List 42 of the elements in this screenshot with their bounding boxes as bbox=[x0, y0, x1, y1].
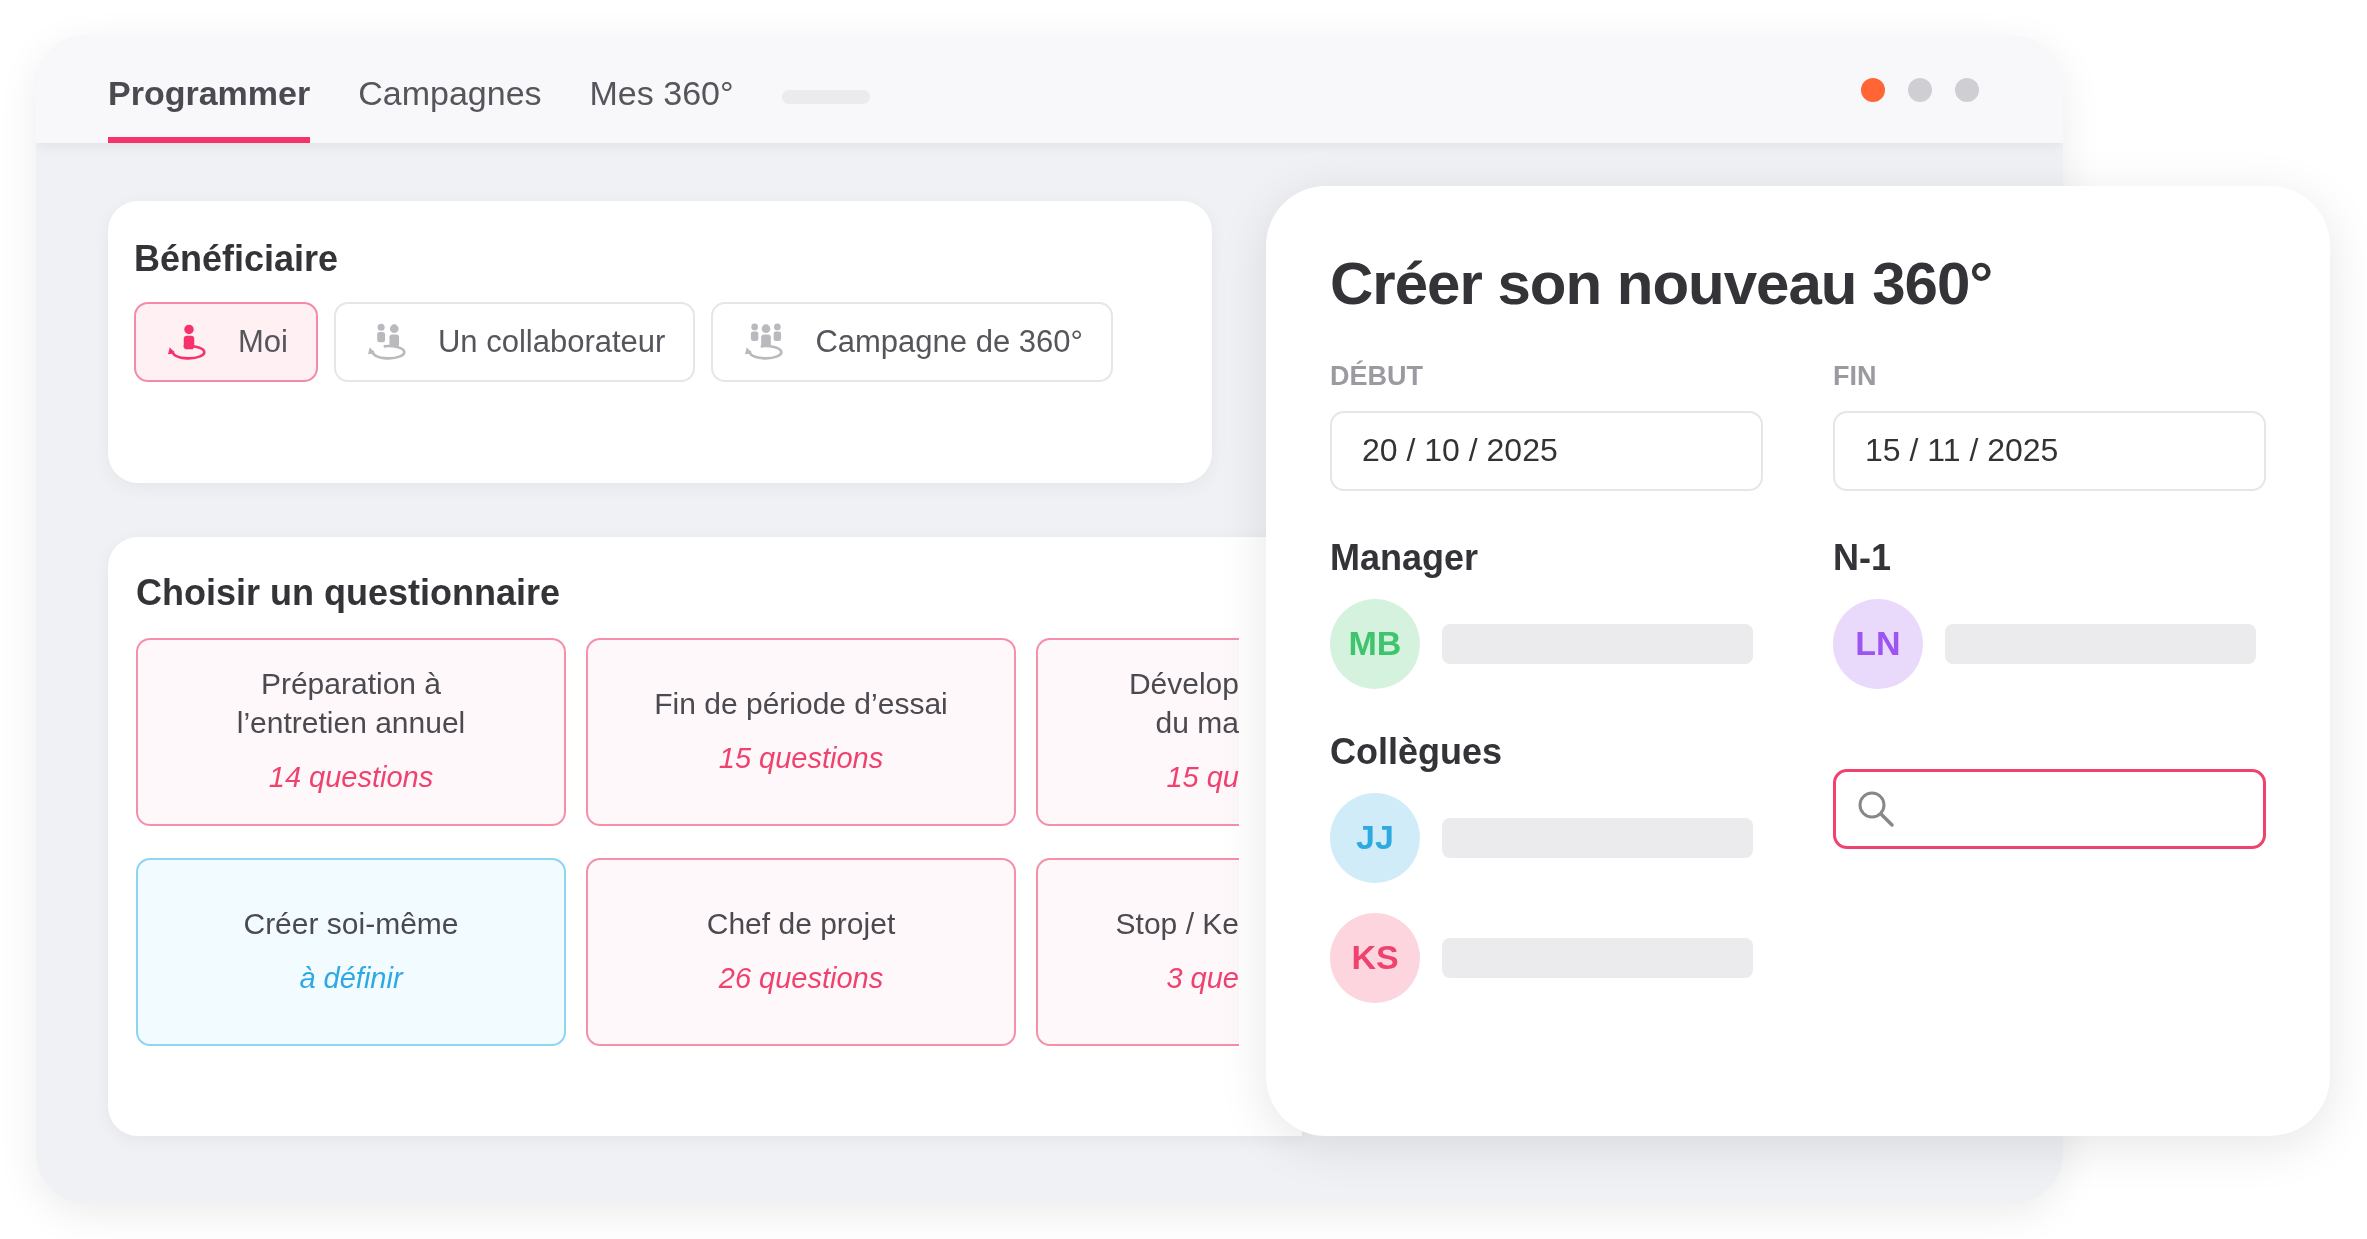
section-title: Manager bbox=[1330, 535, 1480, 580]
section-title: Bénéficiaire bbox=[134, 237, 340, 281]
question-count: 3 que bbox=[1166, 960, 1239, 996]
window-dot[interactable] bbox=[1861, 78, 1885, 102]
card-title: Préparation à l’entretien annuel bbox=[236, 666, 466, 742]
avatar: LN bbox=[1833, 598, 1923, 689]
card-title: Chef de projet bbox=[706, 905, 896, 942]
question-count: 26 questions bbox=[718, 960, 884, 996]
date-field[interactable]: 15 / 11 / 2025 bbox=[1833, 410, 2266, 491]
tab[interactable]: Mes 360° bbox=[589, 68, 734, 143]
window-dot[interactable] bbox=[1908, 78, 1932, 102]
questionnaire-card[interactable]: Chef de projet 26 questions bbox=[586, 858, 1016, 1047]
questionnaire-card[interactable]: Dévelop du ma 15 qu bbox=[1036, 638, 1239, 827]
avatar: MB bbox=[1330, 598, 1420, 689]
date-field[interactable]: 20 / 10 / 2025 bbox=[1330, 410, 1763, 491]
card-title: Créer soi-même bbox=[243, 905, 459, 942]
questionnaire-card[interactable]: Fin de période d’essai 15 questions bbox=[586, 638, 1016, 827]
section-title: N-1 bbox=[1833, 535, 1892, 580]
question-count: à définir bbox=[299, 960, 403, 996]
tab[interactable]: Campagnes bbox=[358, 68, 542, 143]
card-title: Stop / Ke bbox=[1115, 905, 1239, 942]
card-title: Fin de période d’essai bbox=[654, 685, 948, 722]
questionnaire-card[interactable]: Préparation à l’entretien annuel 14 questions bbox=[136, 638, 566, 827]
question-count: 15 qu bbox=[1166, 760, 1239, 796]
beneficiary-option[interactable]: Un collaborateur bbox=[333, 302, 696, 383]
window-dot[interactable] bbox=[1955, 78, 1979, 102]
question-count: 14 questions bbox=[268, 760, 434, 796]
card-title: Dévelop du ma bbox=[1128, 666, 1239, 742]
search-field[interactable] bbox=[1833, 768, 2266, 849]
tab[interactable]: Programmer bbox=[108, 68, 311, 143]
questionnaire-card[interactable]: Stop / Ke 3 que bbox=[1036, 858, 1239, 1047]
panel-title: Créer son nouveau 360° bbox=[1330, 249, 1994, 319]
beneficiary-option[interactable]: Moi bbox=[134, 302, 318, 383]
avatar: JJ bbox=[1330, 792, 1420, 883]
field-label: FIN bbox=[1833, 360, 1878, 393]
field-label: DÉBUT bbox=[1330, 359, 1424, 393]
question-count: 15 questions bbox=[718, 740, 884, 776]
questionnaire-card[interactable]: Créer soi-même à définir bbox=[136, 858, 566, 1047]
avatar: KS bbox=[1330, 912, 1420, 1003]
section-title: Choisir un questionnaire bbox=[136, 571, 562, 615]
section-title: Collègues bbox=[1330, 729, 1504, 774]
beneficiary-option[interactable]: Campagne de 360° bbox=[711, 302, 1113, 383]
